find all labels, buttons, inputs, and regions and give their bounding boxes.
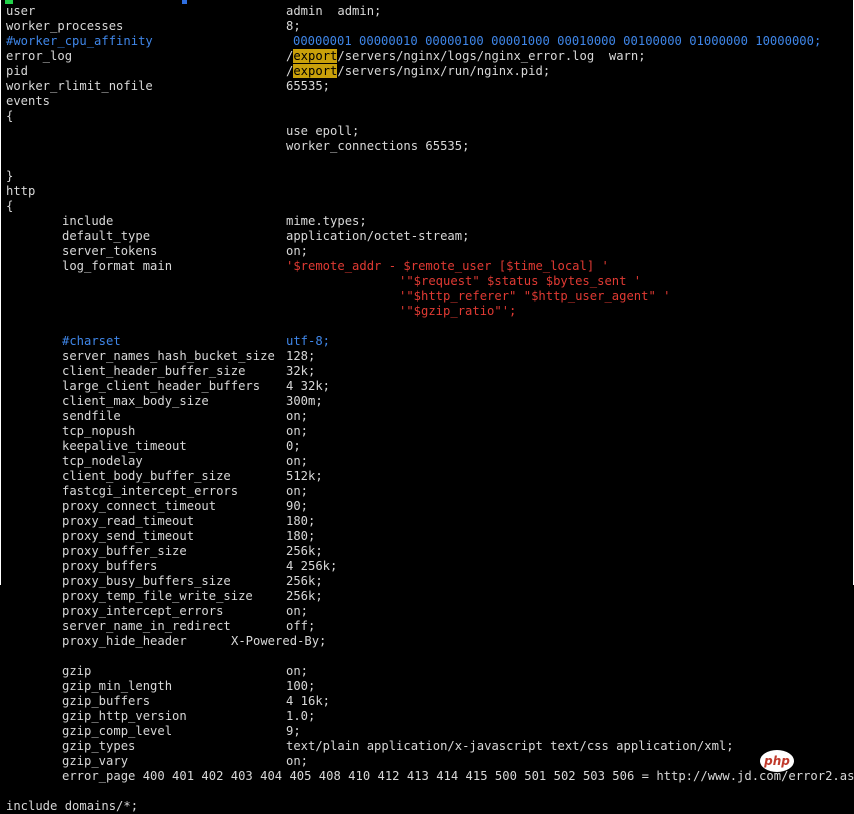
config-directive: #worker_cpu_affinity <box>6 34 153 48</box>
config-directive: gzip_comp_level <box>62 724 173 738</box>
config-value: use epoll; <box>286 124 360 138</box>
config-value: 180; <box>286 529 316 543</box>
config-directive: gzip_min_length <box>62 679 173 693</box>
config-value: worker_connections 65535; <box>286 139 470 153</box>
config-directive: include domains/*; <box>6 799 139 813</box>
config-value: 00000001 00000010 00000100 00001000 0001… <box>293 34 822 48</box>
config-value: '$remote_addr - $remote_user [$time_loca… <box>286 259 609 273</box>
config-directive: { <box>6 199 14 213</box>
config-directive: keepalive_timeout <box>62 439 187 453</box>
config-directive: proxy_hide_header <box>62 634 187 648</box>
config-value: on; <box>286 754 309 768</box>
config-value-part: /servers/nginx/logs/nginx_error.log warn… <box>337 49 646 63</box>
config-value: 180; <box>286 514 316 528</box>
config-value: 300m; <box>286 394 323 408</box>
config-value: 90; <box>286 499 309 513</box>
config-directive: fastcgi_intercept_errors <box>62 484 239 498</box>
config-value: on; <box>286 409 309 423</box>
config-directive: gzip_types <box>62 739 136 753</box>
config-value: 4 32k; <box>286 379 331 393</box>
config-value-part: /servers/nginx/run/nginx.pid; <box>337 64 551 78</box>
config-directive: log_format main <box>62 259 173 273</box>
config-directive: { <box>6 109 14 123</box>
config-directive: proxy_busy_buffers_size <box>62 574 231 588</box>
config-directive: client_max_body_size <box>62 394 209 408</box>
config-value: on; <box>286 454 309 468</box>
config-value: 4 256k; <box>286 559 338 573</box>
config-directive: worker_rlimit_nofile <box>6 79 153 93</box>
config-value: 0; <box>286 439 301 453</box>
config-directive: tcp_nopush <box>62 424 136 438</box>
config-directive: proxy_buffer_size <box>62 544 187 558</box>
config-directive: large_client_header_buffers <box>62 379 261 393</box>
config-value: 256k; <box>286 574 323 588</box>
config-value: 100; <box>286 679 316 693</box>
config-directive: proxy_connect_timeout <box>62 499 217 513</box>
config-directive: server_names_hash_bucket_size <box>62 349 275 363</box>
config-value: 4 16k; <box>286 694 331 708</box>
config-value: 1.0; <box>286 709 316 723</box>
config-value: '"$request" $status $bytes_sent ' <box>399 274 642 288</box>
config-directive: gzip <box>62 664 92 678</box>
config-directive: default_type <box>62 229 151 243</box>
config-value: text/plain application/x-javascript text… <box>286 739 734 753</box>
config-directive: #charset <box>62 334 121 348</box>
config-directive: user <box>6 4 36 18</box>
config-value: mime.types; <box>286 214 367 228</box>
config-value: 65535; <box>286 79 331 93</box>
config-directive: } <box>6 169 14 183</box>
search-highlight: export <box>293 49 338 63</box>
config-value: application/octet-stream; <box>286 229 470 243</box>
config-directive: gzip_vary <box>62 754 129 768</box>
config-directive: include <box>62 214 114 228</box>
config-directive: events <box>6 94 51 108</box>
config-directive: server_name_in_redirect <box>62 619 231 633</box>
config-value: X-Powered-By; <box>231 634 327 648</box>
php-watermark-logo: php <box>760 750 794 772</box>
config-value: utf-8; <box>286 334 331 348</box>
config-directive: pid <box>6 64 29 78</box>
config-value: /export/servers/nginx/run/nginx.pid; <box>286 64 550 79</box>
config-directive: http <box>6 184 36 198</box>
config-directive: proxy_temp_file_write_size <box>62 589 253 603</box>
config-directive: worker_processes <box>6 19 124 33</box>
config-directive: client_header_buffer_size <box>62 364 246 378</box>
config-value: on; <box>286 484 309 498</box>
top-line-fragment <box>182 0 187 4</box>
config-value: on; <box>286 604 309 618</box>
config-value: off; <box>286 619 316 633</box>
config-value: 32k; <box>286 364 316 378</box>
config-value: 256k; <box>286 589 323 603</box>
config-value: admin admin; <box>286 4 382 18</box>
config-value: 8; <box>286 19 301 33</box>
config-directive: proxy_read_timeout <box>62 514 195 528</box>
config-value: /export/servers/nginx/logs/nginx_error.l… <box>286 49 646 64</box>
config-directive: gzip_buffers <box>62 694 151 708</box>
config-directive: error_log <box>6 49 73 63</box>
config-directive: server_tokens <box>62 244 158 258</box>
config-directive: tcp_nodelay <box>62 454 143 468</box>
search-highlight: export <box>293 64 338 78</box>
config-directive: sendfile <box>62 409 121 423</box>
config-value: on; <box>286 664 309 678</box>
config-value: 128; <box>286 349 316 363</box>
config-value: 512k; <box>286 469 323 483</box>
config-value: on; <box>286 244 309 258</box>
config-directive: client_body_buffer_size <box>62 469 231 483</box>
config-value: on; <box>286 424 309 438</box>
terminal-left-edge <box>0 0 1 585</box>
config-value: '"$http_referer" "$http_user_agent" ' <box>399 289 671 303</box>
config-directive: proxy_buffers <box>62 559 158 573</box>
config-directive: proxy_send_timeout <box>62 529 195 543</box>
config-directive: gzip_http_version <box>62 709 187 723</box>
config-value: 256k; <box>286 544 323 558</box>
config-value: '"$gzip_ratio"'; <box>399 304 517 318</box>
config-directive: proxy_intercept_errors <box>62 604 224 618</box>
config-directive: error_page 400 401 402 403 404 405 408 4… <box>62 769 854 783</box>
config-value: 9; <box>286 724 301 738</box>
